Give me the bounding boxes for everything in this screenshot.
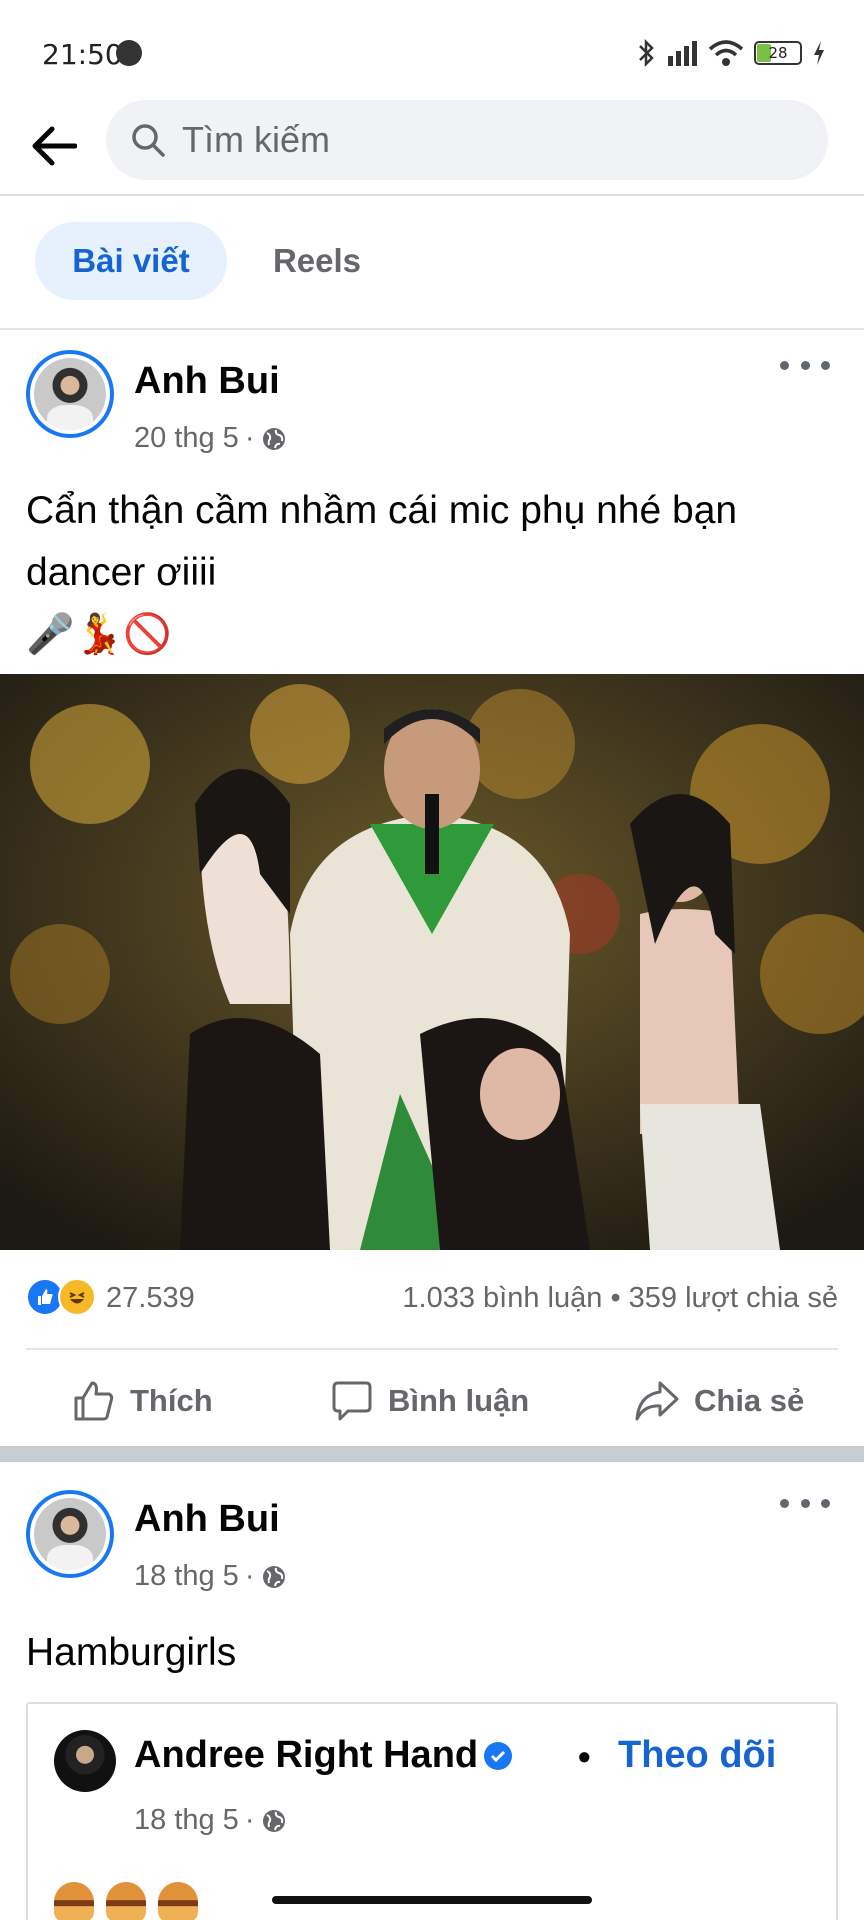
shared-date[interactable]: 18 thg 5 xyxy=(134,1804,239,1837)
shared-post-card[interactable]: Andree Right Hand • Theo dõi 18 thg 5 · xyxy=(26,1702,838,1920)
post-text: Cẩn thận cầm nhầm cái mic phụ nhé bạn da… xyxy=(26,480,836,666)
status-notification-icon xyxy=(116,40,142,66)
shared-author[interactable]: Andree Right Hand xyxy=(134,1734,513,1777)
comment-count[interactable]: 1.033 bình luận xyxy=(402,1282,602,1314)
concert-photo xyxy=(0,674,864,1250)
reaction-count: 27.539 xyxy=(106,1282,195,1314)
tab-reels[interactable]: Reels xyxy=(254,222,380,300)
share-count[interactable]: 359 lượt chia sẻ xyxy=(629,1282,838,1314)
search-placeholder: Tìm kiếm xyxy=(182,119,330,160)
post-author[interactable]: Anh Bui xyxy=(134,360,280,403)
post-photo[interactable] xyxy=(0,674,864,1250)
tab-posts[interactable]: Bài viết xyxy=(35,222,227,300)
status-time: 21:50 xyxy=(42,38,123,71)
charging-icon xyxy=(814,41,824,65)
status-icons: 28 xyxy=(636,36,826,70)
hamburger-icon xyxy=(106,1882,146,1920)
post-text: Hamburgirls xyxy=(26,1631,237,1674)
battery-level: 28 xyxy=(768,44,788,62)
reaction-icons xyxy=(26,1278,96,1316)
top-bar: Tìm kiếm xyxy=(0,100,864,196)
hamburger-icon xyxy=(54,1882,94,1920)
filter-tabs: Bài viết Reels xyxy=(0,198,864,330)
wifi-icon xyxy=(708,40,744,66)
post-date[interactable]: 18 thg 5 xyxy=(134,1560,239,1593)
comment-label: Bình luận xyxy=(388,1383,530,1418)
post-actions: Thích Bình luận Chia sẻ xyxy=(0,1360,864,1442)
divider xyxy=(26,1348,838,1350)
meta-separator: · xyxy=(244,1560,255,1592)
battery-icon: 28 xyxy=(754,41,802,65)
verified-icon xyxy=(484,1741,513,1770)
meta-separator: · xyxy=(244,1804,255,1836)
post-text-line: Cẩn thận cầm nhầm cái mic phụ nhé bạn xyxy=(26,489,738,532)
more-options-button[interactable] xyxy=(780,1488,830,1518)
avatar[interactable] xyxy=(26,350,114,438)
avatar[interactable] xyxy=(26,1490,114,1578)
post-date[interactable]: 20 thg 5 xyxy=(134,422,239,455)
post-emojis: 🎤💃🚫 xyxy=(26,613,172,656)
hamburger-icon xyxy=(158,1882,198,1920)
post-text-line: dancer ơiiii xyxy=(26,551,217,594)
reactions-summary[interactable]: 27.539 1.033 bình luận • 359 lượt chia s… xyxy=(0,1268,864,1332)
comment-icon xyxy=(332,1381,372,1421)
globe-icon xyxy=(262,427,285,450)
avatar[interactable] xyxy=(54,1730,116,1792)
stats-bullet: • xyxy=(610,1282,621,1314)
follow-separator: • xyxy=(578,1736,591,1777)
post-meta: 18 thg 5 · xyxy=(134,1560,287,1593)
like-label: Thích xyxy=(130,1383,213,1418)
search-icon xyxy=(132,124,165,157)
post-separator xyxy=(0,1446,864,1462)
haha-reaction-icon xyxy=(58,1278,96,1316)
like-button[interactable]: Thích xyxy=(72,1360,213,1442)
home-indicator[interactable] xyxy=(272,1896,592,1904)
shared-meta: 18 thg 5 · xyxy=(134,1804,287,1837)
globe-icon xyxy=(262,1809,285,1832)
comment-button[interactable]: Bình luận xyxy=(330,1360,529,1442)
back-arrow-icon xyxy=(32,126,77,166)
back-button[interactable] xyxy=(26,118,82,174)
signal-icon xyxy=(668,41,697,66)
share-label: Chia sẻ xyxy=(694,1383,805,1418)
share-button[interactable]: Chia sẻ xyxy=(634,1360,804,1442)
post-author[interactable]: Anh Bui xyxy=(134,1498,280,1541)
status-bar: 21:50 28 xyxy=(0,0,864,100)
follow-button[interactable]: Theo dõi xyxy=(618,1734,776,1777)
share-icon xyxy=(635,1381,679,1421)
like-icon xyxy=(74,1381,114,1421)
more-options-button[interactable] xyxy=(780,350,830,380)
shared-author-name: Andree Right Hand xyxy=(134,1734,479,1776)
bluetooth-icon xyxy=(639,38,654,68)
engagement-stats: 1.033 bình luận • 359 lượt chia sẻ xyxy=(402,1282,838,1315)
emoji-row xyxy=(54,1882,198,1920)
meta-separator: · xyxy=(244,422,255,454)
post-meta: 20 thg 5 · xyxy=(134,422,287,455)
globe-icon xyxy=(262,1565,285,1588)
search-input[interactable]: Tìm kiếm xyxy=(106,100,828,180)
